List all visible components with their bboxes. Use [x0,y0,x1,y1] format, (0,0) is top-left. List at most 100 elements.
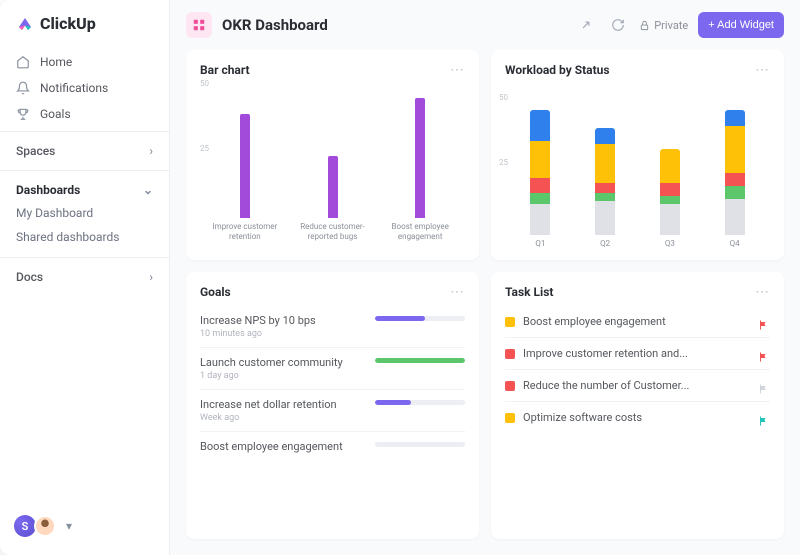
bell-icon [16,81,30,95]
stacked-bar-column: Q2 [580,128,631,248]
dashboard-grid-icon [186,12,212,38]
progress-fill [375,358,465,363]
nav-notifications[interactable]: Notifications [0,75,169,101]
goal-time: 10 minutes ago [200,329,465,339]
app-window: ClickUp Home Notifications Goals Spaces … [0,0,800,555]
card-tasks: Task List ⋯ Boost employee engagementImp… [491,272,784,539]
add-widget-button[interactable]: + Add Widget [698,12,784,38]
home-icon [16,55,30,69]
y-tick: 50 [200,79,209,88]
bar-column: Reduce customer-reported bugs [298,156,368,248]
goal-time: 1 day ago [200,371,465,381]
task-row[interactable]: Reduce the number of Customer... [505,370,770,402]
progress-bar [375,316,465,321]
task-row[interactable]: Optimize software costs [505,402,770,433]
tasks-list: Boost employee engagementImprove custome… [505,306,770,433]
goal-row[interactable]: Boost employee engagement [200,432,465,472]
goal-row[interactable]: Increase net dollar retentionWeek ago [200,390,465,432]
section-spaces: Spaces › [0,131,169,170]
goals-list: Increase NPS by 10 bps10 minutes agoLaun… [200,306,465,472]
bar-label: Reduce customer-reported bugs [298,222,368,248]
task-row[interactable]: Boost employee engagement [505,306,770,338]
nav-label: Home [40,55,72,69]
more-icon[interactable]: ⋯ [450,284,465,300]
status-square-icon [505,317,515,327]
stacked-bar [725,110,745,235]
stacked-bar [530,110,550,235]
card-goals: Goals ⋯ Increase NPS by 10 bps10 minutes… [186,272,479,539]
bar-segment [595,193,615,201]
chevron-down-icon[interactable]: ▾ [66,519,72,533]
bar-segment [660,196,680,204]
dashboard-grid: Bar chart ⋯ 25 50 Improve customer retenti… [170,50,800,555]
page-title: OKR Dashboard [222,16,328,34]
goal-time: Week ago [200,413,465,423]
status-square-icon [505,349,515,359]
trophy-icon [16,107,30,121]
flag-icon[interactable] [758,316,770,328]
nav-label: Notifications [40,81,108,95]
card-workload: Workload by Status ⋯ 2550Q1Q2Q3Q4 [491,50,784,260]
chevron-right-icon: › [149,270,153,284]
y-tick: 25 [200,144,209,153]
sidebar-item-shared-dashboards[interactable]: Shared dashboards [0,225,169,249]
bar-segment [660,183,680,196]
bar-segment [725,186,745,199]
section-label: Spaces [16,144,55,158]
bar-segment [530,110,550,141]
bar-segment [530,193,550,203]
stacked-bar-column: Q3 [645,149,696,248]
bar-segment [530,204,550,235]
nav-list: Home Notifications Goals [0,45,169,131]
more-icon[interactable]: ⋯ [450,62,465,78]
goal-row[interactable]: Increase NPS by 10 bps10 minutes ago [200,306,465,348]
privacy-indicator[interactable]: Private [639,19,688,32]
bar-segment [660,149,680,183]
avatar[interactable]: S [14,515,36,537]
dashboards-header[interactable]: Dashboards ⌄ [0,179,169,201]
progress-fill [375,316,425,321]
spaces-header[interactable]: Spaces › [0,140,169,162]
more-icon[interactable]: ⋯ [755,62,770,78]
card-title: Goals [200,285,231,299]
nav-label: Goals [40,107,71,121]
section-label: Dashboards [16,183,80,197]
bar-label: Q4 [730,239,740,248]
bar [415,98,425,218]
refresh-icon[interactable] [607,14,629,36]
bar-segment [725,110,745,126]
goal-row[interactable]: Launch customer community1 day ago [200,348,465,390]
main-area: OKR Dashboard Private + Add Widget Bar c… [170,0,800,555]
bar [328,156,338,218]
docs-header[interactable]: Docs › [0,266,169,288]
sidebar: ClickUp Home Notifications Goals Spaces … [0,0,170,555]
bar-segment [725,173,745,186]
task-row[interactable]: Improve customer retention and... [505,338,770,370]
card-title: Workload by Status [505,63,610,77]
flag-icon[interactable] [758,348,770,360]
bar-segment [530,141,550,177]
sidebar-item-my-dashboard[interactable]: My Dashboard [0,201,169,225]
y-tick: 50 [499,93,508,102]
bar-segment [530,178,550,194]
nav-goals[interactable]: Goals [0,101,169,127]
card-title: Task List [505,285,553,299]
section-docs: Docs › [0,257,169,296]
bar-segment [725,126,745,173]
bar-column: Improve customer retention [210,114,280,248]
avatar[interactable] [34,515,56,537]
section-label: Docs [16,270,43,284]
more-icon[interactable]: ⋯ [755,284,770,300]
y-tick: 25 [499,158,508,167]
topbar: OKR Dashboard Private + Add Widget [170,0,800,50]
card-title: Bar chart [200,63,250,77]
bar-label: Improve customer retention [210,222,280,248]
nav-home[interactable]: Home [0,49,169,75]
expand-icon[interactable] [575,14,597,36]
clickup-logo-icon [16,15,34,33]
flag-icon[interactable] [758,412,770,424]
card-bar-chart: Bar chart ⋯ 25 50 Improve customer retenti… [186,50,479,260]
brand[interactable]: ClickUp [0,14,169,45]
progress-bar [375,400,465,405]
flag-icon[interactable] [758,380,770,392]
